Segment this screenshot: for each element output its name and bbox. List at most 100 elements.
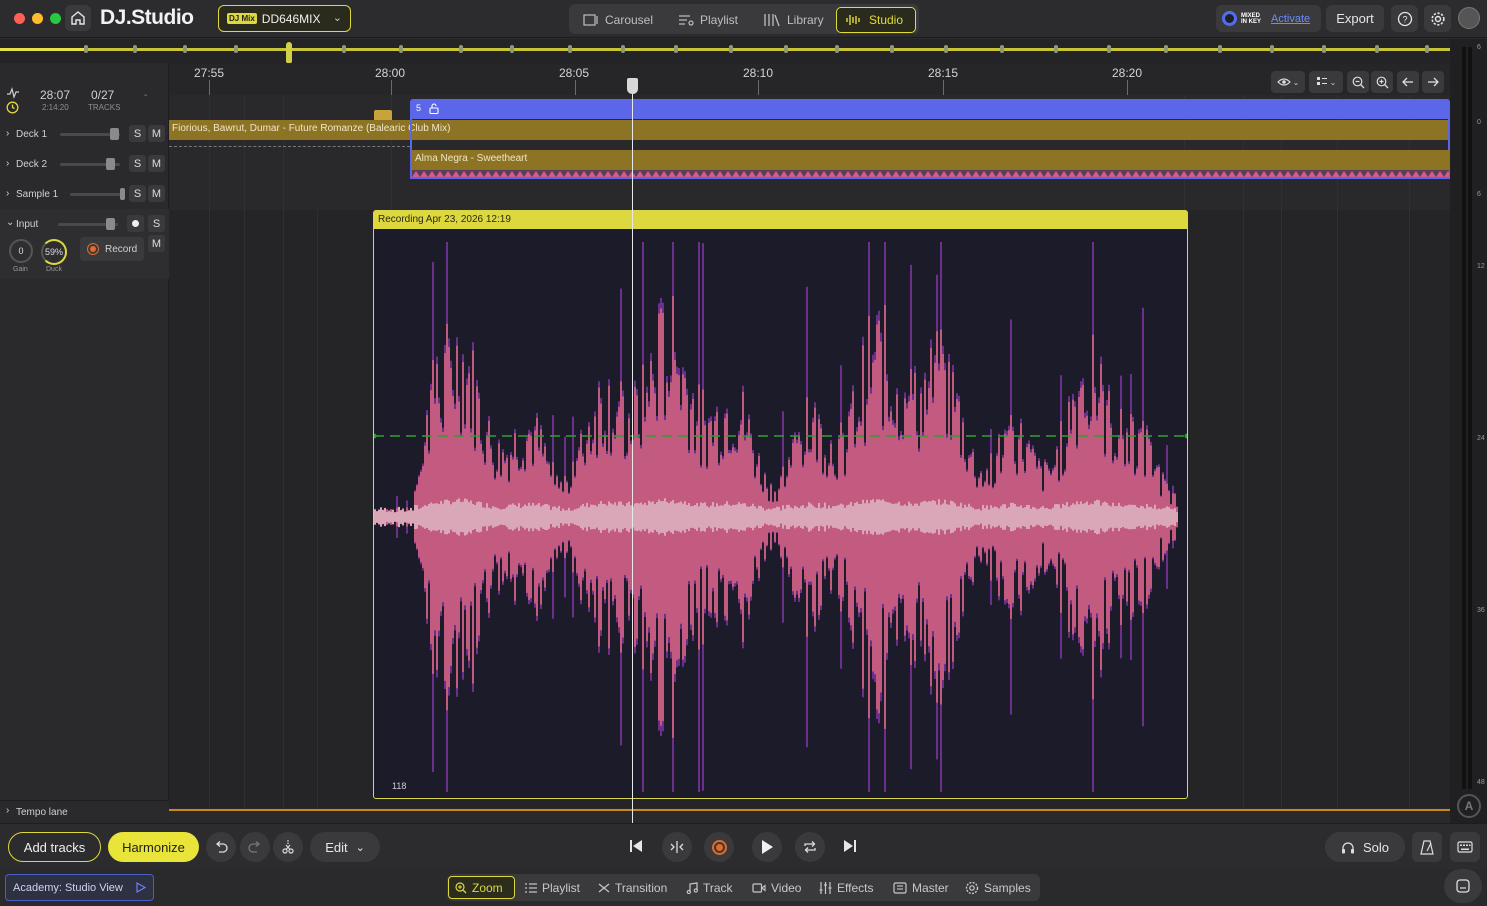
recording-header[interactable]: Recording Apr 23, 2026 12:19	[374, 211, 1187, 229]
layout-dropdown[interactable]: ⌄	[1309, 71, 1343, 93]
tab-playlist-panel[interactable]: Playlist	[519, 876, 586, 899]
export-button[interactable]: Export	[1326, 5, 1384, 32]
record-mix-button[interactable]	[704, 832, 734, 862]
tab-zoom[interactable]: Zoom	[448, 876, 515, 899]
solo-label: S	[152, 217, 161, 230]
solo-button[interactable]: S	[129, 185, 146, 202]
volume-knob[interactable]	[106, 218, 115, 230]
loop-button[interactable]	[795, 832, 825, 862]
academy-label: Academy: Studio View	[13, 881, 123, 894]
record-arm-button[interactable]	[127, 215, 144, 232]
zoom-out-button[interactable]	[1347, 71, 1369, 93]
tab-label: Library	[787, 13, 824, 27]
split-button[interactable]	[273, 832, 303, 862]
tab-playlist[interactable]: Playlist	[670, 7, 746, 33]
volume-slider[interactable]	[70, 193, 125, 196]
metronome-button[interactable]	[1412, 832, 1442, 862]
library-icon	[764, 14, 780, 27]
chevron-right-icon[interactable]: ›	[6, 158, 9, 169]
tempo-lane-header[interactable]: › Tempo lane	[0, 800, 169, 822]
overview-marker	[944, 45, 948, 53]
tab-library[interactable]: Library	[755, 7, 832, 33]
solo-button[interactable]: S	[129, 155, 146, 172]
tab-samples[interactable]: Samples	[959, 876, 1037, 899]
tab-effects[interactable]: Effects	[813, 876, 879, 899]
scroll-left-button[interactable]	[1397, 71, 1419, 93]
playhead[interactable]	[627, 78, 638, 823]
tab-studio[interactable]: Studio	[836, 7, 916, 33]
activate-link[interactable]: Activate	[1271, 13, 1310, 25]
skip-back-button[interactable]	[628, 838, 644, 854]
academy-button[interactable]: Academy: Studio View	[5, 874, 154, 901]
mix-overview[interactable]	[0, 39, 1455, 64]
chevron-right-icon[interactable]: ›	[6, 128, 9, 139]
grid-line	[283, 95, 284, 210]
auto-gain-icon[interactable]: A	[1457, 794, 1481, 818]
settings-button[interactable]	[1424, 5, 1451, 32]
timeline-ruler[interactable]: 27:55 28:00 28:05 28:10 28:15 28:20 ⌄ ⌄	[169, 63, 1450, 95]
solo-button[interactable]: S	[148, 215, 165, 232]
chat-button[interactable]	[1444, 869, 1482, 903]
skip-forward-button[interactable]	[842, 838, 858, 854]
home-button[interactable]	[65, 5, 91, 31]
tab-video[interactable]: Video	[746, 876, 807, 899]
lane-deck1: › Deck 1 S M	[0, 119, 169, 149]
redo-button[interactable]	[240, 832, 270, 862]
duck-knob[interactable]: 59%	[41, 239, 67, 265]
chevron-down-icon[interactable]: ⌄	[6, 217, 14, 228]
edit-dropdown[interactable]: Edit ⌄	[310, 832, 380, 862]
automation-point[interactable]	[374, 433, 377, 439]
recording-clip[interactable]: Recording Apr 23, 2026 12:19 118	[373, 210, 1188, 799]
deck2-clip[interactable]: Alma Negra - Sweetheart	[412, 150, 1449, 170]
chevron-right-icon[interactable]: ›	[6, 188, 9, 199]
lane-headers: 28:07 2:14:20 0/27 TRACKS - › Deck 1 S M…	[0, 63, 169, 823]
tab-transition[interactable]: Transition	[592, 876, 673, 899]
sync-button[interactable]	[662, 832, 692, 862]
transition-block[interactable]: 5	[410, 99, 1450, 119]
overview-position-handle[interactable]	[286, 42, 292, 64]
volume-knob[interactable]	[110, 128, 119, 140]
avatar[interactable]	[1458, 7, 1480, 29]
minimize-window-button[interactable]	[32, 13, 43, 24]
eye-icon	[1276, 78, 1291, 86]
tab-track[interactable]: Track	[680, 876, 739, 899]
mix-sub-duration: 2:14:20	[42, 103, 69, 112]
overview-marker	[621, 45, 625, 53]
solo-button[interactable]: S	[129, 125, 146, 142]
logo-text: DJ.Studio	[100, 6, 194, 29]
stats-dash: -	[144, 90, 148, 101]
help-button[interactable]: ?	[1391, 5, 1418, 32]
tab-master[interactable]: Master	[887, 876, 955, 899]
harmonize-button[interactable]: Harmonize	[108, 832, 199, 862]
gain-knob[interactable]: 0	[9, 239, 33, 263]
mixed-in-key-activate[interactable]: MIXED IN KEY Activate	[1216, 5, 1321, 32]
mute-button[interactable]: M	[148, 185, 165, 202]
meter-label: 0	[1477, 119, 1481, 126]
visibility-dropdown[interactable]: ⌄	[1271, 71, 1305, 93]
tempo-line[interactable]	[169, 809, 1450, 811]
volume-knob[interactable]	[106, 158, 115, 170]
mute-button[interactable]: M	[148, 125, 165, 142]
solo-mode-button[interactable]: Solo	[1325, 832, 1405, 862]
record-label: Record	[105, 243, 138, 255]
zoom-in-button[interactable]	[1371, 71, 1393, 93]
volume-knob[interactable]	[120, 188, 125, 200]
mute-button[interactable]: M	[148, 235, 165, 252]
gain-value: 0	[18, 246, 24, 256]
mute-button[interactable]: M	[148, 155, 165, 172]
close-window-button[interactable]	[14, 13, 25, 24]
tab-carousel[interactable]: Carousel	[575, 7, 661, 33]
mix-selector[interactable]: DJ Mix DD646MIX ⌄	[218, 5, 351, 32]
scroll-right-button[interactable]	[1422, 71, 1444, 93]
title-bar: DJ.Studio DJ Mix DD646MIX ⌄ Carousel Pla…	[0, 0, 1487, 38]
chevron-right-icon: ›	[6, 805, 10, 816]
zoom-window-button[interactable]	[50, 13, 61, 24]
ruler-label: 28:05	[559, 66, 590, 80]
play-button[interactable]	[752, 832, 782, 862]
record-button[interactable]: Record	[80, 237, 144, 261]
undo-button[interactable]	[206, 832, 236, 862]
automation-point[interactable]	[1184, 433, 1188, 439]
playhead-handle[interactable]	[627, 78, 638, 94]
keyboard-shortcuts-button[interactable]	[1450, 832, 1480, 862]
add-tracks-button[interactable]: Add tracks	[8, 832, 101, 862]
